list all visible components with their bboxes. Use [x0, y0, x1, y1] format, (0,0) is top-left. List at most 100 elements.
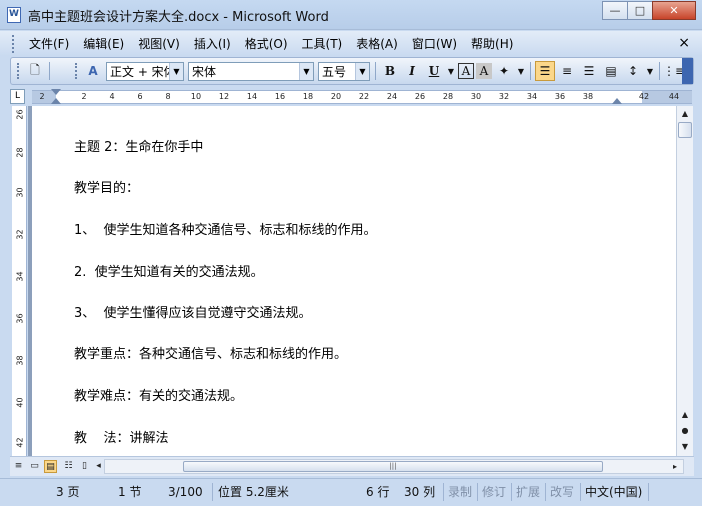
word-document-icon[interactable]: [7, 7, 21, 23]
toolbar-separator: [49, 62, 50, 80]
toolbar-grip-handle-2[interactable]: [75, 63, 79, 79]
vruler-tick: 38: [15, 355, 25, 366]
vertical-scroll-thumb[interactable]: [678, 122, 692, 138]
underline-options-icon[interactable]: ▼: [446, 61, 456, 81]
reading-layout-icon[interactable]: ▯: [78, 460, 91, 473]
title-bar: 高中主题班会设计方案大全.docx - Microsoft Word — □ ✕: [0, 0, 702, 30]
menu-tools[interactable]: 工具(T): [295, 35, 350, 52]
styles-formatting-icon[interactable]: A: [83, 61, 103, 81]
text-effects-dropdown-icon[interactable]: ▼: [516, 61, 526, 81]
chevron-down-icon[interactable]: ▼: [299, 62, 313, 80]
print-layout-icon[interactable]: ▤: [44, 460, 57, 473]
align-justify-button[interactable]: ☰: [535, 61, 555, 81]
outline-view-icon[interactable]: ☷: [62, 460, 75, 473]
vruler-tick: 34: [15, 271, 25, 282]
paragraph[interactable]: 2. 使学生知道有关的交通法规。: [74, 261, 264, 280]
new-document-icon[interactable]: 🗋: [25, 61, 45, 81]
menu-window[interactable]: 窗口(W): [405, 35, 464, 52]
normal-view-icon[interactable]: ≡: [12, 460, 25, 473]
font-size-select[interactable]: 五号 ▼: [318, 61, 370, 81]
hanging-indent-marker[interactable]: [51, 98, 61, 104]
status-separator: [443, 483, 444, 501]
toolbar-options-icon[interactable]: [682, 58, 693, 84]
web-layout-icon[interactable]: ▭: [28, 460, 41, 473]
vertical-scrollbar[interactable]: ▲ ▲ ● ▼: [676, 106, 693, 456]
formatting-toolbar: 🗋 A 正文 + 宋体 ▼ 宋体 ▼ 五号 ▼ B I U ▼ A A ✦ ▼ …: [10, 57, 694, 85]
menu-help[interactable]: 帮助(H): [464, 35, 520, 52]
numbering-list-icon[interactable]: ⋮≡: [663, 61, 685, 81]
ruler-tick: 6: [137, 92, 143, 101]
select-browse-object-icon[interactable]: ●: [677, 424, 693, 438]
paragraph[interactable]: 教 法：讲解法: [74, 427, 169, 446]
menu-format[interactable]: 格式(O): [238, 35, 295, 52]
document-close-icon[interactable]: ×: [678, 35, 690, 51]
paragraph[interactable]: 教学重点：各种交通信号、标志和标线的作用。: [74, 343, 347, 362]
vruler-tick: 30: [15, 187, 25, 198]
paragraph[interactable]: 教学目的：: [74, 177, 139, 196]
line-spacing-dropdown-icon[interactable]: ▼: [645, 61, 655, 81]
status-position[interactable]: 位置 5.2厘米: [218, 484, 289, 500]
paragraph[interactable]: 1、 使学生知道各种交通信号、标志和标线的作用。: [74, 219, 377, 238]
horizontal-scrollbar[interactable]: ||| ▸: [104, 459, 684, 474]
bold-button[interactable]: B: [380, 61, 400, 81]
menu-edit[interactable]: 编辑(E): [76, 35, 131, 52]
font-size-value: 五号: [322, 64, 347, 79]
character-border-button[interactable]: A: [458, 63, 474, 79]
status-bar: 3 页 1 节 3/100 位置 5.2厘米 6 行 30 列 录制 修订 扩展…: [0, 478, 702, 506]
ruler-tick: 44: [668, 92, 680, 101]
paragraph[interactable]: 3、 使学生懂得应该自觉遵守交通法规。: [74, 302, 312, 321]
ruler-tick: 12: [218, 92, 230, 101]
previous-page-icon[interactable]: ▲: [677, 408, 693, 422]
status-separator: [545, 483, 546, 501]
scroll-right-icon[interactable]: ▸: [669, 460, 681, 473]
minimize-button[interactable]: —: [602, 1, 628, 20]
first-line-indent-marker[interactable]: [51, 89, 61, 95]
status-extend-selection[interactable]: 扩展: [516, 484, 540, 500]
menu-insert[interactable]: 插入(I): [187, 35, 238, 52]
paragraph[interactable]: 教学难点：有关的交通法规。: [74, 385, 243, 404]
horizontal-ruler[interactable]: 2 2 4 6 8 10 12 14 16 18 20 22 24 26 28 …: [32, 89, 692, 104]
vertical-ruler[interactable]: 26 28 30 32 34 36 38 40 42: [12, 106, 27, 456]
scroll-up-icon[interactable]: ▲: [677, 106, 693, 122]
style-select[interactable]: 正文 + 宋体 ▼: [106, 61, 184, 81]
right-indent-marker[interactable]: [612, 98, 622, 104]
ruler-tick: 28: [442, 92, 454, 101]
horizontal-scroll-thumb[interactable]: |||: [183, 461, 603, 472]
vruler-tick: 26: [15, 109, 25, 120]
chevron-down-icon[interactable]: ▼: [169, 62, 183, 80]
maximize-button[interactable]: □: [627, 1, 653, 20]
line-spacing-icon[interactable]: ↕: [623, 61, 643, 81]
distributed-align-button[interactable]: ▤: [601, 61, 621, 81]
document-page[interactable]: 主题 2：生命在你手中 教学目的： 1、 使学生知道各种交通信号、标志和标线的作…: [32, 106, 676, 456]
close-button[interactable]: ✕: [652, 1, 696, 20]
text-effects-icon[interactable]: ✦: [494, 61, 514, 81]
status-line[interactable]: 6 行: [366, 484, 389, 500]
character-shading-button[interactable]: A: [476, 63, 492, 79]
ruler-tick: 24: [386, 92, 398, 101]
underline-button[interactable]: U: [424, 61, 444, 81]
status-language[interactable]: 中文(中国): [585, 484, 642, 500]
ruler-tick: 42: [638, 92, 650, 101]
menu-grip-handle[interactable]: [12, 34, 16, 53]
font-select[interactable]: 宋体 ▼: [188, 61, 314, 81]
status-track-changes[interactable]: 修订: [482, 484, 506, 500]
ruler-tick: 18: [302, 92, 314, 101]
status-page-of[interactable]: 3/100: [168, 484, 203, 500]
paragraph[interactable]: 主题 2：生命在你手中: [74, 136, 203, 155]
status-page[interactable]: 3 页: [56, 484, 79, 500]
align-right-button[interactable]: ☰: [579, 61, 599, 81]
menu-table[interactable]: 表格(A): [349, 35, 405, 52]
italic-button[interactable]: I: [402, 61, 422, 81]
status-section[interactable]: 1 节: [118, 484, 141, 500]
status-column[interactable]: 30 列: [404, 484, 435, 500]
status-overtype[interactable]: 改写: [550, 484, 574, 500]
window-controls: — □ ✕: [602, 1, 696, 20]
align-center-button[interactable]: ≡: [557, 61, 577, 81]
menu-file[interactable]: 文件(F): [22, 35, 76, 52]
next-page-icon[interactable]: ▼: [677, 440, 693, 454]
menu-view[interactable]: 视图(V): [131, 35, 187, 52]
tab-selector-icon[interactable]: L: [10, 89, 25, 104]
toolbar-grip-handle[interactable]: [17, 63, 21, 79]
chevron-down-icon[interactable]: ▼: [355, 62, 369, 80]
status-record-macro[interactable]: 录制: [448, 484, 472, 500]
